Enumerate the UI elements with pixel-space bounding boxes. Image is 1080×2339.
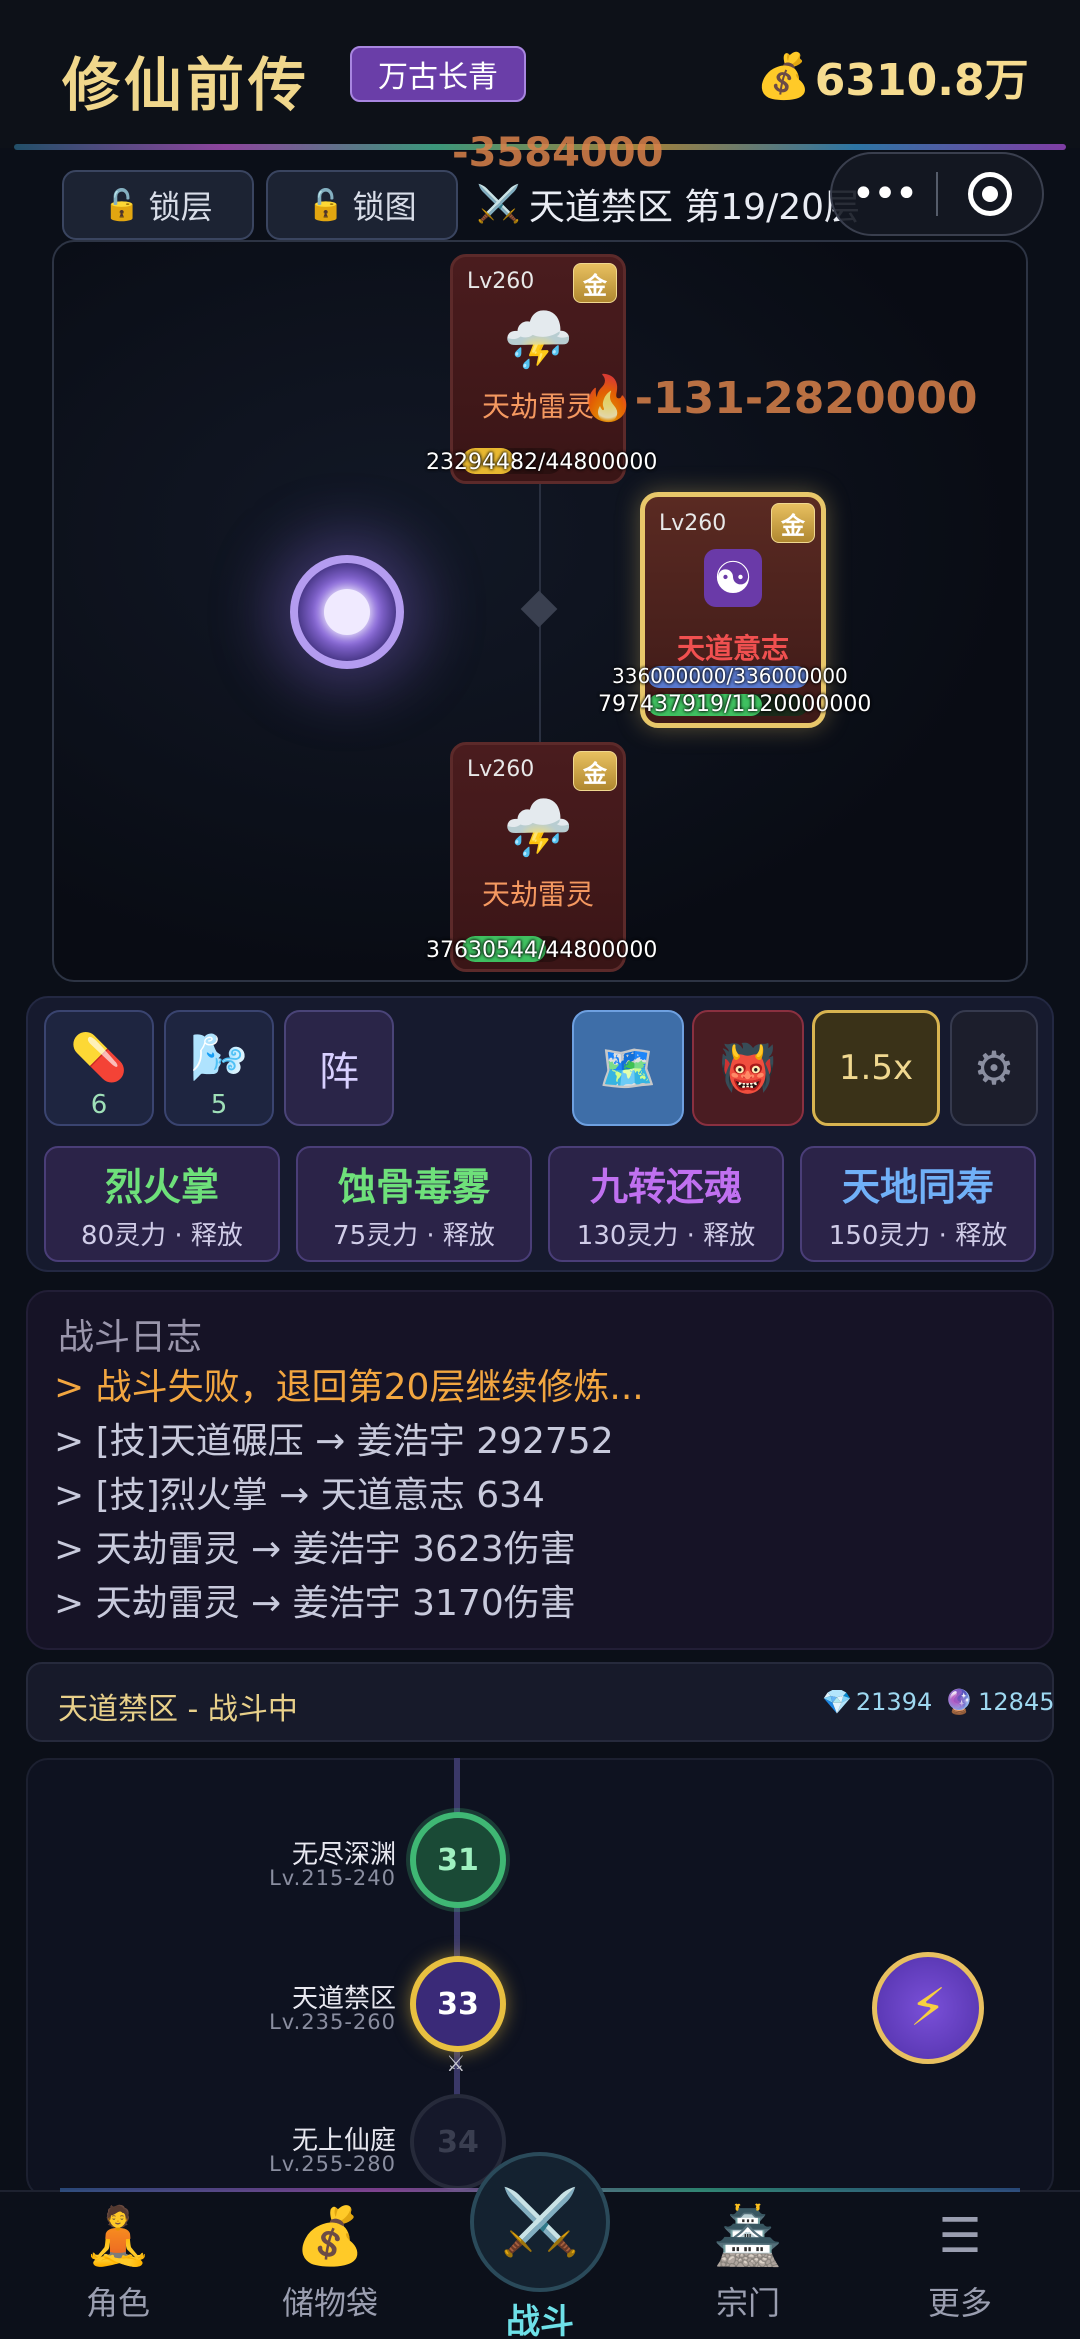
diamond-icon: 💎 <box>822 1688 852 1716</box>
log-line: > 天劫雷灵 → 姜浩宇 3170伤害 <box>54 1583 576 1624</box>
nav-label: 更多 <box>927 2284 992 2322</box>
item-count: 5 <box>210 1090 228 1120</box>
menu-icon: ☰ <box>938 2208 982 2264</box>
floating-damage-top: -3584000 <box>452 130 664 176</box>
game-title: 修仙前传 <box>62 51 311 119</box>
orb-count: 12845 <box>978 1688 1055 1716</box>
crystal-ball-icon: 🔮 <box>944 1688 975 1716</box>
battle-log-title: 战斗日志 <box>58 1317 203 1358</box>
nav-more[interactable]: ☰ 更多 <box>890 2200 1030 2324</box>
pill-item-button[interactable]: 💊 6 <box>44 1010 154 1126</box>
wind-icon: 🌬️ <box>190 1030 248 1084</box>
oni-mask-icon: 👹 <box>719 1040 777 1095</box>
boss-level: Lv260 <box>659 511 727 536</box>
enemy-level: Lv260 <box>467 269 535 294</box>
coin-balance: 💰 6310.8万 <box>756 44 1029 108</box>
enemy-hp-text-2: 37630544/44800000 <box>426 938 658 963</box>
crossed-swords-icon: ⚔️ <box>500 2185 580 2260</box>
speed-button[interactable]: 1.5x <box>812 1010 940 1126</box>
skill-name: 天地同寿 <box>841 1165 994 1209</box>
treasure-bag-icon: 💰 <box>295 2204 365 2269</box>
lock-map-label: 锁图 <box>352 188 417 226</box>
quick-battle-button[interactable]: ⚡ <box>872 1952 984 2064</box>
skill-name: 烈火掌 <box>104 1165 219 1209</box>
nav-label: 角色 <box>85 2284 150 2322</box>
log-line: > 天劫雷灵 → 姜浩宇 3623伤害 <box>54 1529 576 1570</box>
skill-button-2[interactable]: 蚀骨毒雾 75灵力 · 释放 <box>296 1146 532 1262</box>
meditation-icon: 🧘 <box>83 2204 153 2269</box>
map-node-33[interactable]: 33 <box>410 1956 506 2052</box>
boss-name: 天道意志 <box>676 632 789 665</box>
map-button[interactable]: 🗺️ <box>572 1010 684 1126</box>
skill-name: 蚀骨毒雾 <box>337 1165 490 1209</box>
skill-cost: 150灵力 · 释放 <box>828 1221 1008 1251</box>
unlock-icon: 🔓 <box>103 187 141 223</box>
skill-cost: 80灵力 · 释放 <box>81 1221 243 1251</box>
floating-damage-mid: 🔥-131-2820000 <box>580 373 978 424</box>
money-bag-icon: 💰 <box>756 51 811 102</box>
close-miniprogram-button[interactable] <box>938 172 1042 216</box>
demon-button[interactable]: 👹 <box>692 1010 804 1126</box>
tier-badge: 金 <box>573 751 617 791</box>
node-level-range: Lv.255-280 <box>269 2152 396 2176</box>
log-line: > 战斗失败，退回第20层继续修炼... <box>54 1367 644 1408</box>
player-avatar-orb[interactable] <box>290 555 404 669</box>
log-line: > [技]天道碾压 → 姜浩宇 292752 <box>54 1421 614 1462</box>
settings-button[interactable]: ⚙ <box>950 1010 1038 1126</box>
nav-label: 宗门 <box>715 2284 780 2322</box>
stage-text: 天道禁区 第19/20层 <box>528 187 861 228</box>
thunder-cloud-icon: ⛈️ <box>503 796 573 861</box>
gem-count: 21394 <box>855 1688 933 1716</box>
skill-cost: 130灵力 · 释放 <box>576 1221 756 1251</box>
boss-hp-text: 797437919/1120000000 <box>598 692 872 717</box>
lock-floor-button[interactable]: 🔓 锁层 <box>62 170 254 240</box>
resources: 💎 21394 🔮 12845 <box>822 1688 1055 1716</box>
item-count: 6 <box>90 1090 108 1120</box>
nav-role[interactable]: 🧘 角色 <box>48 2200 188 2324</box>
miniprogram-capsule: ••• <box>830 152 1044 236</box>
skill-button-4[interactable]: 天地同寿 150灵力 · 释放 <box>800 1146 1036 1262</box>
lock-map-button[interactable]: 🔓 锁图 <box>266 170 458 240</box>
boss-shield-text: 336000000/336000000 <box>612 664 848 688</box>
enemy-level: Lv260 <box>467 757 535 782</box>
yin-yang-icon: ☯ <box>704 549 762 607</box>
more-dots-icon[interactable]: ••• <box>832 171 936 217</box>
realm-badge[interactable]: 万古长青 <box>350 46 526 102</box>
tier-badge: 金 <box>573 263 617 303</box>
nav-label: 储物袋 <box>281 2284 378 2322</box>
lightning-icon: ⚡ <box>909 1978 947 2038</box>
lock-floor-label: 锁层 <box>148 188 213 226</box>
fire-icon: 🔥 <box>580 373 635 424</box>
formation-button[interactable]: 阵 <box>284 1010 394 1126</box>
nav-battle[interactable]: ⚔️ <box>470 2152 610 2292</box>
gear-icon: ⚙ <box>973 1041 1015 1095</box>
wind-item-button[interactable]: 🌬️ 5 <box>164 1010 274 1126</box>
temple-icon: 🏯 <box>713 2204 783 2269</box>
node-level-range: Lv.235-260 <box>269 2010 396 2034</box>
skill-button-1[interactable]: 烈火掌 80灵力 · 释放 <box>44 1146 280 1262</box>
node-level-range: Lv.215-240 <box>269 1866 396 1890</box>
battle-status: 天道禁区 - 战斗中 <box>58 1692 298 1727</box>
skill-name: 九转还魂 <box>589 1165 742 1209</box>
skill-cost: 75灵力 · 释放 <box>333 1221 495 1251</box>
enemy-hp-text-1: 23294482/44800000 <box>426 450 658 475</box>
thunder-cloud-icon: ⛈️ <box>503 308 573 373</box>
stage-label: ⚔️ 天道禁区 第19/20层 <box>476 178 860 230</box>
nav-label: 战斗 <box>506 2302 574 2339</box>
target-icon <box>968 172 1012 216</box>
pill-icon: 💊 <box>70 1030 128 1084</box>
map-node-31[interactable]: 31 <box>410 1812 506 1908</box>
log-line: > [技]烈火掌 → 天道意志 634 <box>54 1475 545 1516</box>
nav-bag[interactable]: 💰 储物袋 <box>260 2200 400 2324</box>
map-icon: 🗺️ <box>599 1040 657 1095</box>
skill-button-3[interactable]: 九转还魂 130灵力 · 释放 <box>548 1146 784 1262</box>
coin-amount: 6310.8万 <box>814 55 1029 106</box>
tier-badge: 金 <box>771 503 815 543</box>
crossed-swords-icon: ⚔ <box>446 2052 466 2077</box>
unlock-icon: 🔓 <box>307 187 345 223</box>
player-core <box>324 589 370 635</box>
nav-sect[interactable]: 🏯 宗门 <box>678 2200 818 2324</box>
crossed-swords-icon: ⚔️ <box>476 184 521 225</box>
enemy-name: 天劫雷灵 <box>481 878 594 911</box>
